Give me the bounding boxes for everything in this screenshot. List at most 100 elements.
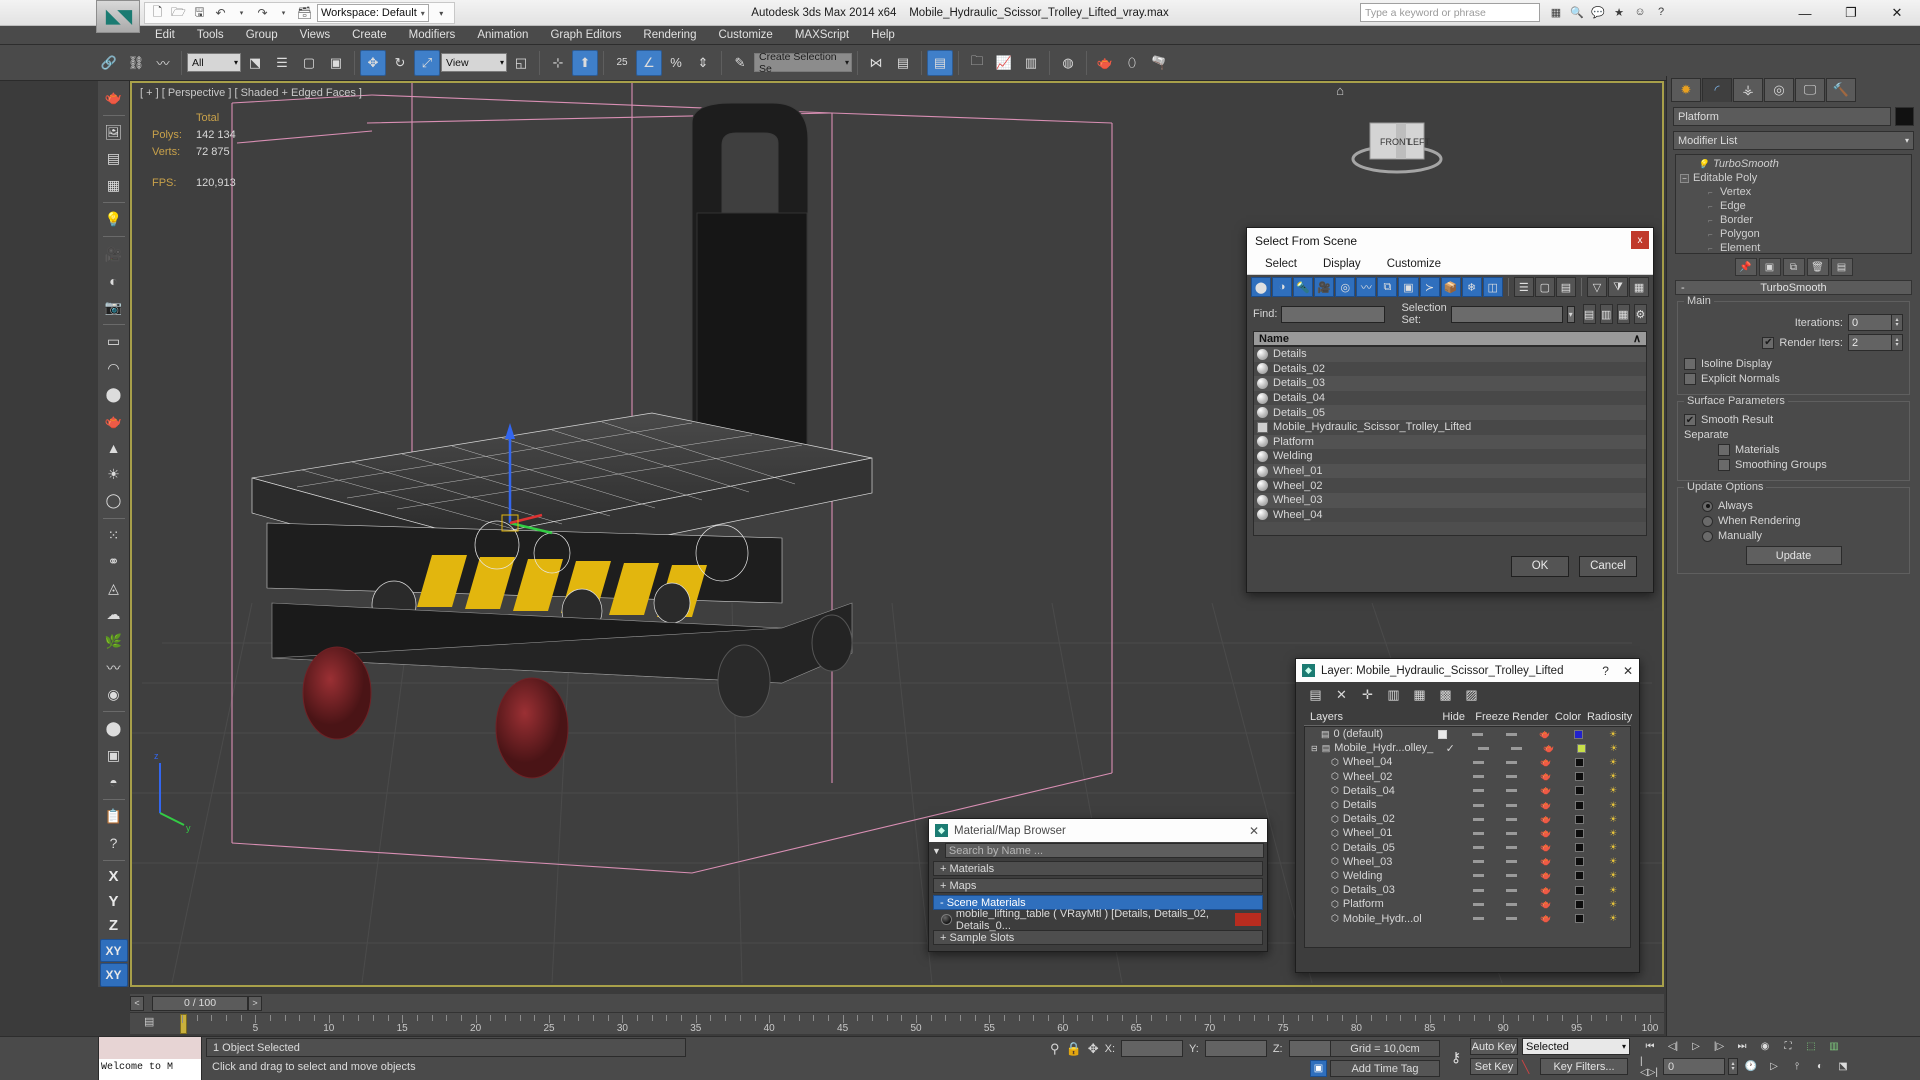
edit-named-selection-sets-icon[interactable]: ✎ — [727, 50, 753, 76]
set-project-icon[interactable]: 🗃 — [296, 5, 313, 22]
snap-value-icon[interactable]: 25 — [609, 50, 635, 76]
prev-frame-button[interactable]: < — [130, 995, 144, 1011]
separate-smoothing-groups-row[interactable]: Smoothing Groups — [1684, 459, 1903, 471]
remove-modifier-icon[interactable]: 🗑 — [1806, 258, 1829, 276]
minimize-button[interactable]: — — [1782, 0, 1828, 26]
layer-freeze-cell[interactable] — [1495, 803, 1529, 807]
layer-render-cell[interactable]: 🫖 — [1528, 729, 1562, 740]
close-button[interactable]: ✕ — [1874, 0, 1920, 26]
maxscript-mini-listener[interactable]: Welcome to M — [98, 1036, 202, 1080]
display-shapes-icon[interactable]: ◑ — [1272, 277, 1293, 297]
layer-color-cell[interactable] — [1563, 885, 1597, 895]
new-file-icon[interactable]: 🗋 — [149, 5, 166, 22]
favorite-icon[interactable]: ★ — [1610, 3, 1628, 21]
display-lights-icon[interactable]: 🔦 — [1293, 277, 1314, 297]
layer-list[interactable]: ▤ 0 (default) 🫖 ☀ ⊟ ▤ Mobile_Hydr...olley_ ✓ 🫖 ☀ ⬡… — [1304, 726, 1631, 948]
mirror-icon[interactable]: ⋈ — [863, 50, 889, 76]
video-camera-icon[interactable]: 📷 — [100, 294, 128, 320]
layer-freeze-cell[interactable] — [1495, 888, 1529, 892]
help-icon[interactable]: ? — [100, 830, 128, 856]
layer-current-cell[interactable] — [1425, 729, 1461, 739]
layer-render-cell[interactable]: 🫖 — [1529, 913, 1563, 924]
explicit-normals-checkbox[interactable] — [1684, 373, 1696, 385]
stack-item-vertex[interactable]: ⌐ Vertex — [1678, 185, 1909, 199]
select-and-link-icon[interactable]: 🔗 — [96, 50, 122, 76]
render-production-icon[interactable]: 🫗 — [1146, 50, 1172, 76]
help-icon[interactable]: ? — [1652, 3, 1670, 21]
render-setup-icon[interactable]: 🫖 — [1092, 50, 1118, 76]
scene-object-row[interactable]: Wheel_02 — [1254, 478, 1646, 493]
current-frame-display[interactable]: 0 / 100 — [152, 995, 248, 1011]
layer-freeze-cell[interactable] — [1495, 760, 1529, 764]
auto-key-button[interactable]: Auto Key — [1470, 1038, 1518, 1055]
display-space-warps-icon[interactable]: 〰 — [1356, 277, 1377, 297]
snaps-toggle-icon[interactable]: ⬆ — [572, 49, 598, 76]
select-and-rotate-icon[interactable]: ↻ — [387, 50, 413, 76]
layer-color-swatch[interactable] — [1574, 786, 1584, 796]
selection-filter-combo[interactable]: All ▾ — [187, 53, 241, 72]
previous-frame-icon[interactable]: ◁| — [1663, 1038, 1683, 1055]
layer-render-cell[interactable]: 🫖 — [1529, 842, 1563, 853]
ok-button[interactable]: OK — [1511, 555, 1569, 577]
spinner-arrows-icon[interactable]: ▴ ▾ — [1892, 334, 1903, 351]
layer-column-layers[interactable]: Layers — [1304, 711, 1434, 723]
layer-radiosity-cell[interactable]: ☀ — [1596, 771, 1630, 782]
layer-render-cell[interactable]: 🫖 — [1529, 899, 1563, 910]
material-map-browser[interactable]: ◆ Material/Map Browser ✕ ▼ Search by Nam… — [928, 818, 1268, 952]
always-radio[interactable] — [1702, 500, 1713, 512]
layer-color-swatch[interactable] — [1574, 857, 1584, 867]
layer-hide-cell[interactable] — [1461, 860, 1495, 864]
scene-object-row[interactable]: Details_04 — [1254, 390, 1646, 406]
maps-group[interactable]: + Maps — [933, 878, 1263, 893]
scene-object-row[interactable]: Details_02 — [1254, 361, 1646, 377]
column-layout-icon[interactable]: ▢ — [1534, 277, 1555, 297]
save-icon[interactable]: 🖫 — [191, 5, 208, 22]
manually-radio[interactable] — [1702, 530, 1713, 542]
track-bar[interactable]: ▤ 5 10 15 20 25 30 35 40 45 50 55 60 65 70 75 80 85 90 95 1… — [130, 1012, 1664, 1034]
grass-icon[interactable]: 🌿 — [100, 629, 128, 655]
layer-hide-cell[interactable] — [1461, 803, 1495, 807]
layer-color-swatch[interactable] — [1574, 772, 1584, 782]
home-view-icon[interactable]: ⌂ — [1336, 83, 1344, 98]
current-layer-box-icon[interactable] — [1437, 729, 1447, 739]
next-frame-icon[interactable]: |▷ — [1709, 1038, 1729, 1055]
bind-to-space-warp-icon[interactable]: 〰 — [150, 50, 176, 76]
asset-tracking-icon[interactable]: 📋 — [100, 804, 128, 830]
spinner-arrows-icon[interactable]: ▴ ▾ — [1728, 1058, 1738, 1075]
selection-set-input[interactable] — [1450, 305, 1563, 323]
layer-freeze-cell[interactable] — [1494, 732, 1528, 736]
redo-dropdown-icon[interactable]: ▾ — [275, 5, 292, 22]
maximize-viewport-toggle-icon[interactable]: ⬔ — [1833, 1058, 1853, 1075]
menu-item-graph-editors[interactable]: Graph Editors — [539, 26, 632, 45]
materials-group[interactable]: + Materials — [933, 861, 1263, 876]
layer-row[interactable]: ⬡ Wheel_01 🫖 ☀ — [1305, 826, 1630, 840]
stack-item-edge[interactable]: ⌐ Edge — [1678, 199, 1909, 213]
layer-color-cell[interactable] — [1563, 800, 1597, 810]
layer-freeze-cell[interactable] — [1495, 817, 1529, 821]
layer-color-cell[interactable] — [1563, 843, 1597, 853]
layer-properties-icon[interactable]: ▨ — [1462, 686, 1481, 705]
scene-object-row[interactable]: Wheel_01 — [1254, 463, 1646, 479]
create-tab[interactable]: ✹ — [1671, 78, 1701, 102]
object-color-swatch[interactable] — [1895, 107, 1914, 126]
layer-color-cell[interactable] — [1563, 828, 1597, 838]
highlight-layer-icon[interactable]: ▦ — [1410, 686, 1429, 705]
isolate-selection-icon[interactable]: ⚲ — [1050, 1041, 1060, 1057]
layer-name-cell[interactable]: ⬡ Details_03 — [1305, 884, 1426, 896]
grid-icon[interactable]: ▦ — [1547, 3, 1565, 21]
stack-item-editable-poly[interactable]: − Editable Poly — [1678, 171, 1909, 185]
orbit-icon[interactable]: ◐ — [1810, 1058, 1830, 1075]
rectangular-selection-region-icon[interactable]: ▢ — [296, 50, 322, 76]
layer-hide-cell[interactable] — [1461, 775, 1495, 779]
dialog-menu-select[interactable]: Select — [1265, 258, 1297, 270]
layer-radiosity-cell[interactable]: ☀ — [1596, 828, 1630, 839]
go-to-start-icon[interactable]: ⏮ — [1640, 1038, 1660, 1055]
layer-hide-cell[interactable] — [1461, 917, 1495, 921]
when-rendering-radio[interactable] — [1702, 515, 1713, 527]
layer-color-cell[interactable] — [1563, 914, 1597, 924]
layer-color-swatch[interactable] — [1574, 885, 1584, 895]
layer-color-swatch[interactable] — [1574, 871, 1584, 881]
display-xrefs-icon[interactable]: ▣ — [1398, 277, 1419, 297]
layer-render-cell[interactable]: 🫖 — [1529, 757, 1563, 768]
delete-layer-icon[interactable]: ✕ — [1332, 686, 1351, 705]
